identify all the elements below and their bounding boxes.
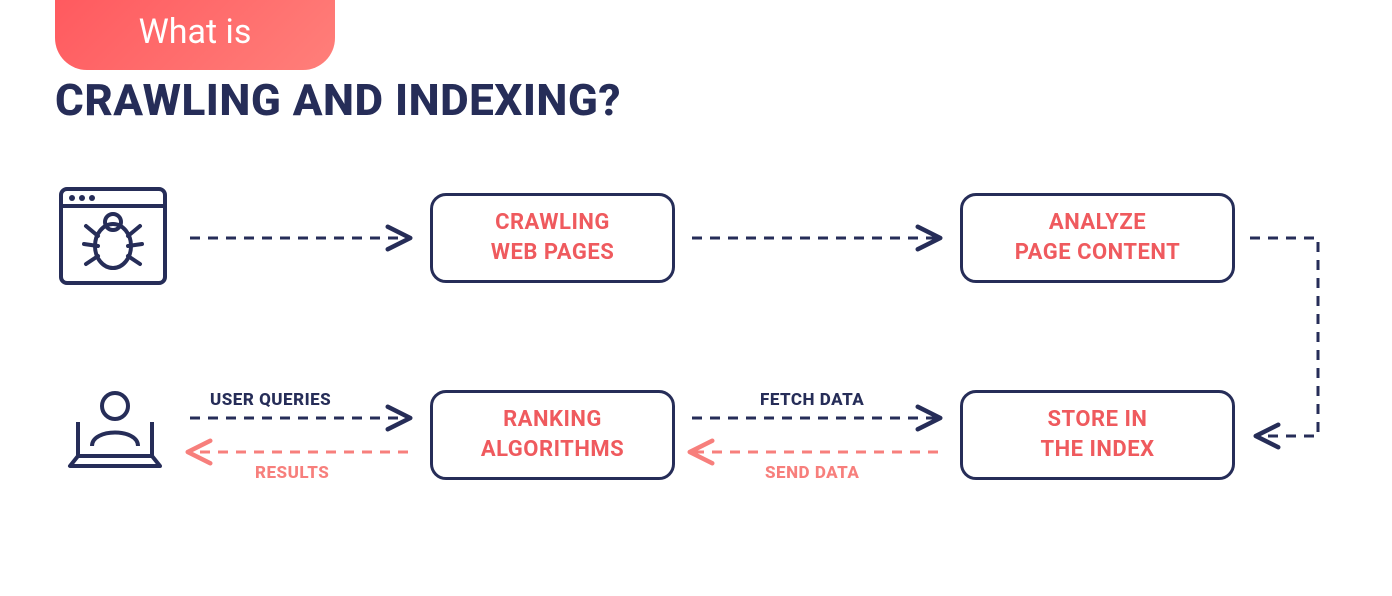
label-user-queries: USER QUERIES (210, 390, 331, 410)
label-fetch-data: FETCH DATA (760, 390, 864, 410)
arrow-analyze-to-store (1250, 238, 1318, 436)
label-results: RESULTS (255, 463, 329, 483)
arrows-layer (0, 0, 1392, 596)
label-send-data: SEND DATA (765, 463, 859, 483)
